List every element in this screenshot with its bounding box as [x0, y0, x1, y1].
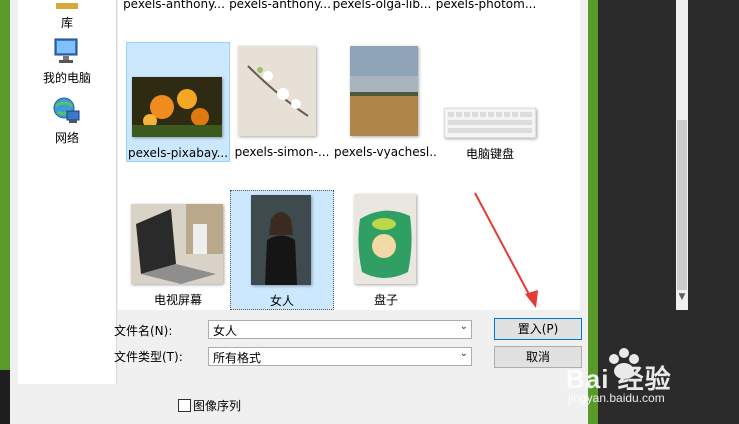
file-item[interactable]: pexels-olga-lib... — [330, 0, 434, 14]
filename-combobox[interactable]: 女人 ⌄ — [208, 320, 472, 339]
watermark-url: jingyan.baidu.com — [568, 391, 665, 405]
nav-item-label: 网络 — [54, 131, 79, 145]
file-item-tv-screen[interactable]: 电视屏幕 — [126, 190, 230, 310]
file-item[interactable]: pexels-anthony... — [122, 0, 226, 14]
navigation-pane: 库 我的电脑 网络 — [18, 0, 117, 384]
scroll-down-icon[interactable]: ▼ — [677, 292, 687, 302]
file-thumbnail — [238, 46, 316, 136]
filetype-label: 文件类型(T): — [114, 350, 183, 364]
image-sequence-label: 图像序列 — [193, 399, 242, 413]
file-item-keyboard[interactable]: 电脑键盘 — [438, 42, 542, 162]
window-frame-left — [0, 0, 10, 370]
file-item-plate[interactable]: 盘子 — [334, 190, 438, 310]
file-item-woman[interactable]: 女人 — [230, 190, 334, 310]
chevron-down-icon[interactable]: ⌄ — [460, 321, 468, 332]
chevron-down-icon[interactable]: ⌄ — [460, 348, 468, 359]
file-thumbnail — [350, 46, 418, 136]
library-icon — [56, 3, 78, 9]
file-item[interactable]: pexels-photom... — [434, 0, 538, 14]
filename-label: 文件名(N): — [114, 324, 173, 338]
nav-item-label: 我的电脑 — [42, 71, 91, 85]
file-thumbnail — [354, 194, 416, 284]
nav-item-network[interactable]: 网络 — [18, 96, 116, 146]
file-thumbnail — [444, 108, 536, 138]
filetype-value: 所有格式 — [213, 351, 262, 365]
filename-value: 女人 — [213, 324, 238, 338]
file-item[interactable]: pexels-anthony... — [228, 0, 332, 14]
file-item-pixabay[interactable]: pexels-pixabay... — [126, 42, 230, 162]
file-item-simon[interactable]: pexels-simon-... — [230, 42, 334, 162]
file-thumbnail — [131, 204, 223, 284]
file-thumbnail — [251, 195, 311, 285]
file-list-scrollbar[interactable]: ▼ — [676, 0, 688, 310]
computer-icon — [54, 38, 78, 63]
filetype-select[interactable]: 所有格式 ⌄ — [208, 347, 472, 366]
baidu-watermark: Bai 经验 jingyan.baidu.com — [560, 345, 730, 415]
place-button[interactable]: 置入(P) — [494, 318, 582, 340]
nav-item-library[interactable]: 库 — [18, 0, 116, 31]
scrollbar-thumb[interactable] — [677, 120, 687, 290]
image-sequence-checkbox[interactable]: 图像序列 — [178, 397, 241, 414]
file-item-vyacheslav[interactable]: pexels-vyachesl... — [334, 42, 438, 162]
nav-item-label: 库 — [60, 16, 73, 30]
nav-item-computer[interactable]: 我的电脑 — [18, 36, 116, 86]
network-icon — [53, 97, 80, 123]
file-thumbnail — [132, 77, 222, 137]
annotation-arrow — [474, 192, 538, 308]
checkbox-box[interactable] — [178, 399, 191, 412]
